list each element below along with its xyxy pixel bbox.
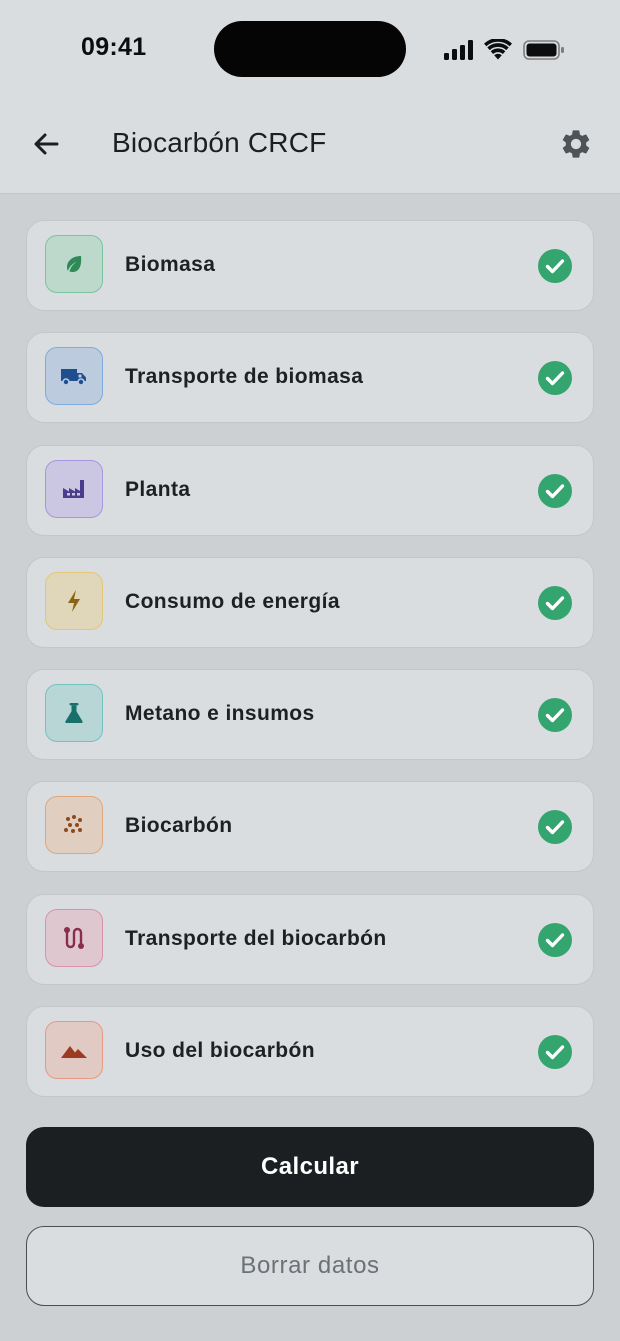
wifi-icon xyxy=(484,38,512,66)
check-circle-icon xyxy=(538,922,572,957)
section-label: Planta xyxy=(125,477,191,501)
flask-icon xyxy=(45,684,103,743)
section-label: Metano e insumos xyxy=(125,702,315,726)
cellular-signal-icon xyxy=(444,40,474,65)
check-circle-icon xyxy=(538,249,572,283)
status-icons xyxy=(440,36,570,64)
clear-data-button[interactable]: Borrar datos xyxy=(26,1226,594,1306)
dynamic-island xyxy=(214,21,406,77)
check-circle-icon xyxy=(538,585,572,620)
route-icon xyxy=(45,908,103,967)
section-card[interactable]: Transporte del biocarbón xyxy=(26,893,594,985)
arrow-left-icon xyxy=(34,133,59,155)
top-bar: 09:41 Biocarbón CRCF xyxy=(0,0,620,194)
status-time: 09:41 xyxy=(81,33,147,61)
lightning-bolt-icon xyxy=(45,571,103,630)
check-circle-icon xyxy=(538,698,572,733)
back-button[interactable] xyxy=(24,122,68,166)
section-card[interactable]: Biocarbón xyxy=(26,781,594,873)
section-label: Transporte de biomasa xyxy=(125,365,364,389)
check-circle-icon xyxy=(538,810,572,845)
section-card[interactable]: Metano e insumos xyxy=(26,669,594,761)
page-title: Biocarbón CRCF xyxy=(112,127,327,158)
section-card[interactable]: Planta xyxy=(26,444,594,536)
mountain-icon xyxy=(45,1021,103,1080)
section-label: Uso del biocarbón xyxy=(125,1039,315,1063)
section-card[interactable]: Consumo de energía xyxy=(26,556,594,648)
section-card[interactable]: Biomasa xyxy=(26,220,594,311)
truck-icon xyxy=(45,347,103,406)
screen: 09:41 Biocarbón CRCF Biomasa Transporte … xyxy=(0,0,620,1341)
calculate-button[interactable]: Calcular xyxy=(26,1127,594,1207)
section-label: Biomasa xyxy=(125,253,216,276)
gear-icon xyxy=(562,130,590,158)
check-circle-icon xyxy=(538,473,572,508)
factory-icon xyxy=(45,459,103,518)
section-label: Transporte del biocarbón xyxy=(125,926,387,950)
section-label: Consumo de energía xyxy=(125,589,340,613)
section-label: Biocarbón xyxy=(125,814,233,838)
settings-button[interactable] xyxy=(554,122,598,166)
leaf-icon xyxy=(45,235,103,293)
battery-icon xyxy=(523,40,565,65)
check-circle-icon xyxy=(538,1035,572,1070)
dots-grid-icon xyxy=(45,796,103,855)
section-list: Biomasa Transporte de biomasa Planta Consum… xyxy=(26,220,594,1118)
section-card[interactable]: Uso del biocarbón xyxy=(26,1006,594,1098)
section-card[interactable]: Transporte de biomasa xyxy=(26,332,594,424)
check-circle-icon xyxy=(538,361,572,396)
